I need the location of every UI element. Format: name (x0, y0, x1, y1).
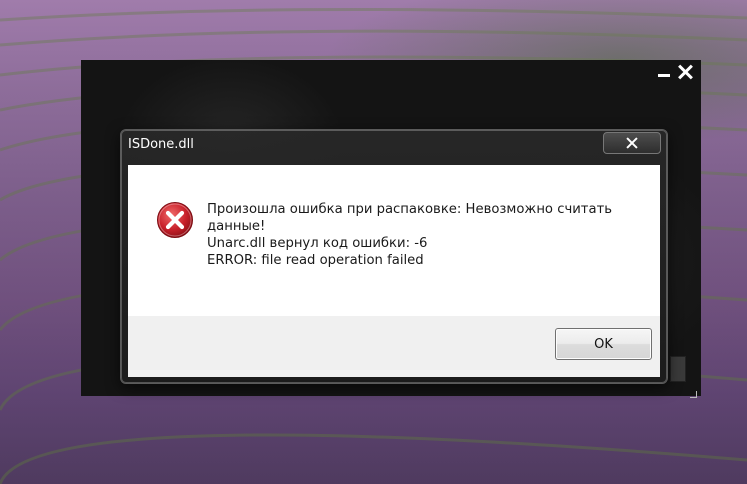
close-icon[interactable] (677, 64, 693, 80)
dialog-footer: OK (128, 316, 660, 377)
ok-button[interactable]: OK (555, 328, 652, 360)
message-line: Произошла ошибка при распаковке: Невозмо… (207, 202, 613, 234)
error-message: Произошла ошибка при распаковке: Невозмо… (207, 201, 647, 269)
error-icon (157, 202, 193, 238)
message-line: ERROR: file read operation failed (207, 253, 424, 268)
window-controls (657, 64, 693, 80)
dialog-close-button[interactable] (603, 132, 661, 154)
scroll-handle[interactable] (670, 356, 686, 382)
dialog-content: Произошла ошибка при распаковке: Невозмо… (128, 165, 660, 316)
minimize-icon[interactable] (657, 65, 671, 79)
dialog-title: ISDone.dll (128, 137, 194, 152)
message-line: Unarc.dll вернул код ошибки: -6 (207, 236, 428, 251)
resize-grip[interactable] (690, 391, 697, 398)
error-dialog: ISDone.dll Произошла ошибка при распаков… (120, 129, 668, 384)
